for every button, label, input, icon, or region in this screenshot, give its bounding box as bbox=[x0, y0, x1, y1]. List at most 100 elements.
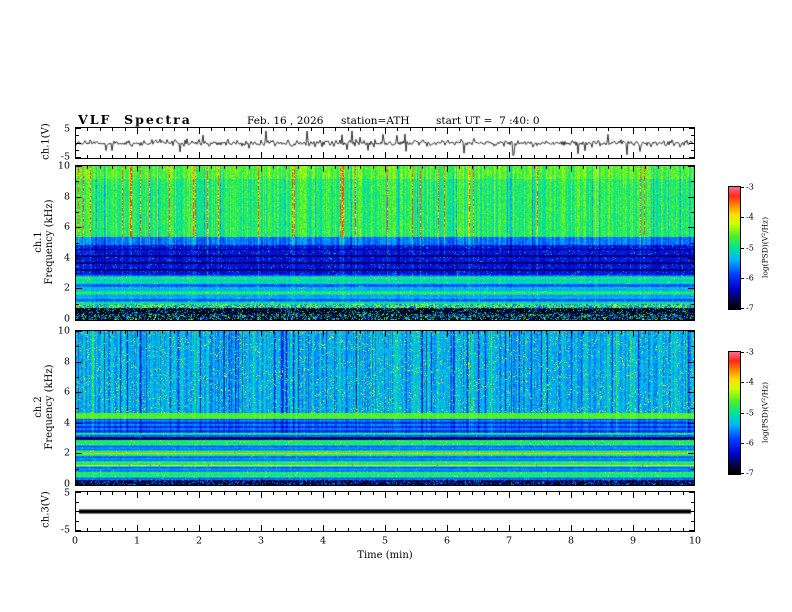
axis-tick bbox=[410, 482, 411, 485]
axis-tick bbox=[311, 482, 312, 485]
axis-tick bbox=[224, 317, 225, 320]
axis-tick bbox=[76, 288, 82, 289]
axis-tick bbox=[187, 317, 188, 320]
axis-tick bbox=[509, 128, 510, 134]
axis-tick bbox=[583, 492, 584, 495]
axis-tick bbox=[76, 150, 79, 151]
axis-tick bbox=[596, 166, 597, 169]
axis-tick bbox=[689, 157, 694, 158]
axis-tick bbox=[224, 128, 225, 131]
ch2-spectrogram-panel bbox=[75, 330, 695, 486]
axis-tick bbox=[694, 479, 695, 485]
axis-tick bbox=[174, 492, 175, 495]
axis-tick bbox=[162, 317, 163, 320]
axis-tick bbox=[385, 314, 386, 320]
axis-tick bbox=[224, 482, 225, 485]
axis-tick bbox=[76, 197, 82, 198]
axis-tick bbox=[100, 492, 101, 495]
axis-tick bbox=[199, 152, 200, 158]
tick-label: -7 bbox=[746, 468, 754, 478]
axis-tick bbox=[335, 128, 336, 131]
axis-tick bbox=[688, 362, 694, 363]
axis-tick bbox=[373, 492, 374, 495]
axis-tick bbox=[447, 166, 448, 172]
axis-tick bbox=[397, 331, 398, 334]
axis-tick bbox=[76, 377, 79, 378]
axis-tick bbox=[633, 166, 634, 172]
axis-tick bbox=[447, 525, 448, 531]
axis-tick bbox=[472, 492, 473, 495]
axis-tick bbox=[683, 331, 684, 334]
axis-tick bbox=[273, 166, 274, 169]
axis-tick bbox=[385, 128, 386, 134]
axis-tick bbox=[87, 317, 88, 320]
axis-tick bbox=[162, 492, 163, 495]
axis-tick bbox=[236, 166, 237, 169]
axis-tick bbox=[571, 479, 572, 485]
axis-tick bbox=[335, 492, 336, 495]
axis-tick bbox=[149, 331, 150, 334]
axis-tick bbox=[311, 317, 312, 320]
axis-tick bbox=[691, 438, 694, 439]
axis-tick bbox=[373, 128, 374, 131]
axis-tick bbox=[162, 331, 163, 334]
axis-tick bbox=[670, 492, 671, 495]
axis-tick bbox=[688, 331, 694, 332]
axis-tick bbox=[688, 423, 694, 424]
axis-tick bbox=[459, 482, 460, 485]
tick-label: 1 bbox=[133, 535, 141, 547]
ch1-spec-ylabel: ch.1 Frequency (kHz) bbox=[33, 167, 55, 317]
axis-tick bbox=[689, 530, 694, 531]
axis-tick bbox=[688, 484, 694, 485]
axis-tick bbox=[137, 525, 138, 531]
axis-tick bbox=[273, 128, 274, 131]
axis-tick bbox=[534, 317, 535, 320]
axis-tick bbox=[348, 331, 349, 334]
axis-tick bbox=[149, 528, 150, 531]
axis-tick bbox=[397, 128, 398, 131]
axis-tick bbox=[596, 492, 597, 495]
axis-tick bbox=[323, 492, 324, 498]
axis-tick bbox=[286, 482, 287, 485]
axis-tick bbox=[608, 317, 609, 320]
axis-tick bbox=[546, 128, 547, 131]
axis-tick bbox=[633, 128, 634, 134]
axis-tick bbox=[571, 128, 572, 134]
axis-tick bbox=[633, 314, 634, 320]
axis-tick bbox=[249, 155, 250, 158]
axis-tick bbox=[546, 331, 547, 334]
axis-tick bbox=[583, 128, 584, 131]
axis-tick bbox=[621, 528, 622, 531]
axis-tick bbox=[199, 492, 200, 498]
axis-tick bbox=[633, 331, 634, 337]
axis-tick bbox=[125, 331, 126, 334]
axis-tick bbox=[385, 492, 386, 498]
axis-tick bbox=[497, 166, 498, 169]
axis-tick bbox=[546, 528, 547, 531]
axis-tick bbox=[658, 482, 659, 485]
axis-tick bbox=[546, 482, 547, 485]
axis-tick bbox=[583, 528, 584, 531]
axis-tick bbox=[521, 331, 522, 334]
axis-tick bbox=[509, 479, 510, 485]
axis-tick bbox=[348, 317, 349, 320]
axis-tick bbox=[422, 492, 423, 495]
axis-tick bbox=[112, 155, 113, 158]
axis-tick bbox=[435, 128, 436, 131]
axis-tick bbox=[683, 128, 684, 131]
axis-tick bbox=[683, 492, 684, 495]
axis-tick bbox=[571, 331, 572, 337]
axis-tick bbox=[125, 317, 126, 320]
axis-tick bbox=[100, 155, 101, 158]
axis-tick bbox=[298, 155, 299, 158]
axis-tick bbox=[422, 317, 423, 320]
axis-tick bbox=[149, 492, 150, 495]
axis-tick bbox=[459, 317, 460, 320]
tick-label: 4 bbox=[63, 252, 70, 264]
axis-tick bbox=[286, 128, 287, 131]
axis-tick bbox=[447, 128, 448, 134]
axis-tick bbox=[187, 166, 188, 169]
axis-tick bbox=[87, 492, 88, 495]
axis-tick bbox=[335, 166, 336, 169]
axis-tick bbox=[211, 528, 212, 531]
